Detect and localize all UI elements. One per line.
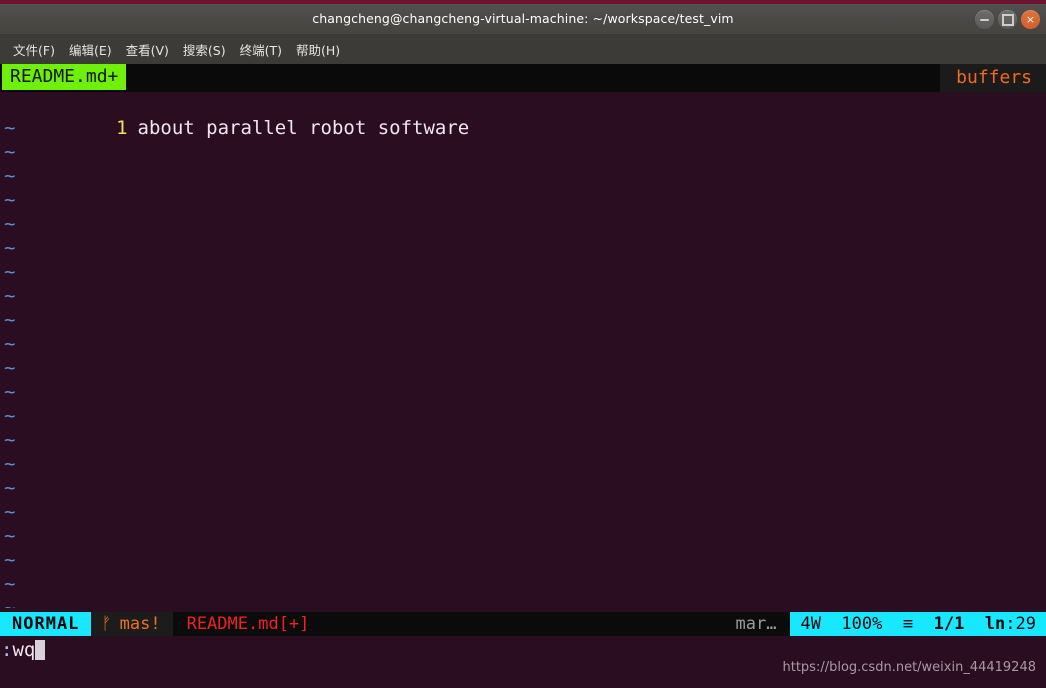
title-bar: changcheng@changcheng-virtual-machine: ~…: [0, 4, 1046, 35]
menu-bar: 文件(F) 编辑(E) 查看(V) 搜索(S) 终端(T) 帮助(H): [0, 35, 1046, 64]
maximize-icon: [1001, 13, 1014, 26]
tilde-marker: ~: [4, 525, 16, 547]
tilde-marker: ~: [4, 333, 16, 355]
buffer-filler-line: ~: [0, 428, 1046, 452]
close-icon: ×: [1025, 13, 1036, 26]
tilde-marker: ~: [4, 165, 16, 187]
tilde-marker: ~: [4, 501, 16, 523]
command-text: wq: [12, 639, 36, 661]
maximize-button[interactable]: [998, 10, 1017, 29]
line-number: 1: [116, 117, 128, 139]
status-git-branch: ᚠ mas!: [91, 612, 173, 636]
tilde-marker: ~: [4, 285, 16, 307]
watermark: https://blog.csdn.net/weixin_44419248: [782, 660, 1036, 675]
tilde-marker: ~: [4, 549, 16, 571]
vim-tabline: README.md+ buffers: [0, 64, 1046, 92]
tilde-marker: ~: [4, 477, 16, 499]
tilde-marker: ~: [4, 237, 16, 259]
menu-item-edit[interactable]: 编辑(E): [62, 37, 119, 62]
menu-item-terminal[interactable]: 终端(T): [233, 37, 289, 62]
tab-readme-md[interactable]: README.md+: [2, 64, 127, 90]
menu-item-view[interactable]: 查看(V): [119, 37, 176, 62]
buffer-filler-line: ~: [0, 332, 1046, 356]
tabline-buffers-label[interactable]: buffers: [940, 64, 1046, 92]
tilde-marker: ~: [4, 141, 16, 163]
buffer-filler-line: ~: [0, 548, 1046, 572]
command-prompt: :: [1, 639, 13, 661]
vim-buffer-area[interactable]: 1 about parallel robot software ~ ~ ~ ~ ~ ~ ~ ~ ~…: [0, 92, 1046, 608]
lines-icon: ≡: [902, 614, 914, 634]
buffer-filler-line: ~: [0, 380, 1046, 404]
buffer-filler-line: ~: [0, 212, 1046, 236]
buffer-filler-line: ~: [0, 164, 1046, 188]
buffer-filler-line: ~: [0, 284, 1046, 308]
line-text: about parallel robot software: [137, 117, 470, 139]
tilde-marker: ~: [4, 405, 16, 427]
window-controls: ×: [975, 10, 1040, 29]
status-position: 4W 100% ≡ 1/1 ln:29: [790, 612, 1046, 636]
menu-item-file[interactable]: 文件(F): [6, 37, 62, 62]
vim-editor: README.md+ buffers 1 about parallel robot…: [0, 64, 1046, 688]
status-spacer: [319, 612, 722, 636]
git-branch-icon: ᚠ: [101, 614, 112, 634]
status-filename: README.md[+]: [172, 612, 320, 636]
tilde-marker: ~: [4, 597, 16, 608]
buffer-filler-lines: ~ ~ ~ ~ ~ ~ ~ ~ ~ ~ ~ ~ ~ ~ ~ ~ ~ ~ ~ ~ ~: [0, 116, 1046, 608]
buffer-filler-line: ~: [0, 356, 1046, 380]
tilde-marker: ~: [4, 381, 16, 403]
buffer-filler-line: ~: [0, 572, 1046, 596]
terminal-window: changcheng@changcheng-virtual-machine: ~…: [0, 0, 1046, 688]
tilde-marker: ~: [4, 453, 16, 475]
buffer-line: 1 about parallel robot software: [0, 92, 1046, 139]
tilde-marker: ~: [4, 261, 16, 283]
tilde-marker: ~: [4, 117, 16, 139]
status-line-of-total: 1/1: [933, 614, 965, 634]
status-ln-label: ln: [984, 614, 1006, 634]
buffer-filler-line: ~: [0, 452, 1046, 476]
git-branch-name: mas!: [119, 614, 161, 634]
buffer-filler-line: ~: [0, 596, 1046, 608]
buffer-filler-line: ~: [0, 404, 1046, 428]
buffer-filler-line: ~: [0, 260, 1046, 284]
status-percent: 100%: [841, 614, 883, 634]
buffer-filler-line: ~: [0, 524, 1046, 548]
status-mode: NORMAL: [0, 612, 92, 636]
buffer-filler-line: ~: [0, 236, 1046, 260]
menu-item-search[interactable]: 搜索(S): [176, 37, 233, 62]
minimize-icon: [980, 18, 989, 21]
window-title: changcheng@changcheng-virtual-machine: ~…: [312, 11, 734, 26]
vim-statusline: NORMAL ᚠ mas! README.md[+] mar… 4W 100% ≡…: [0, 612, 1046, 636]
buffer-filler-line: ~: [0, 308, 1046, 332]
buffer-filler-line: ~: [0, 140, 1046, 164]
buffer-filler-line: ~: [0, 188, 1046, 212]
close-button[interactable]: ×: [1021, 10, 1040, 29]
buffer-filler-line: ~: [0, 500, 1046, 524]
tilde-marker: ~: [4, 429, 16, 451]
tilde-marker: ~: [4, 309, 16, 331]
tilde-marker: ~: [4, 189, 16, 211]
status-encoding: 4W: [800, 614, 821, 634]
tilde-marker: ~: [4, 357, 16, 379]
minimize-button[interactable]: [975, 10, 994, 29]
status-filetype: mar…: [721, 612, 791, 636]
tilde-marker: ~: [4, 213, 16, 235]
tilde-marker: ~: [4, 573, 16, 595]
menu-item-help[interactable]: 帮助(H): [289, 37, 347, 62]
text-cursor: [35, 640, 46, 660]
buffer-filler-line: ~: [0, 476, 1046, 500]
status-column: :29: [1005, 614, 1036, 634]
